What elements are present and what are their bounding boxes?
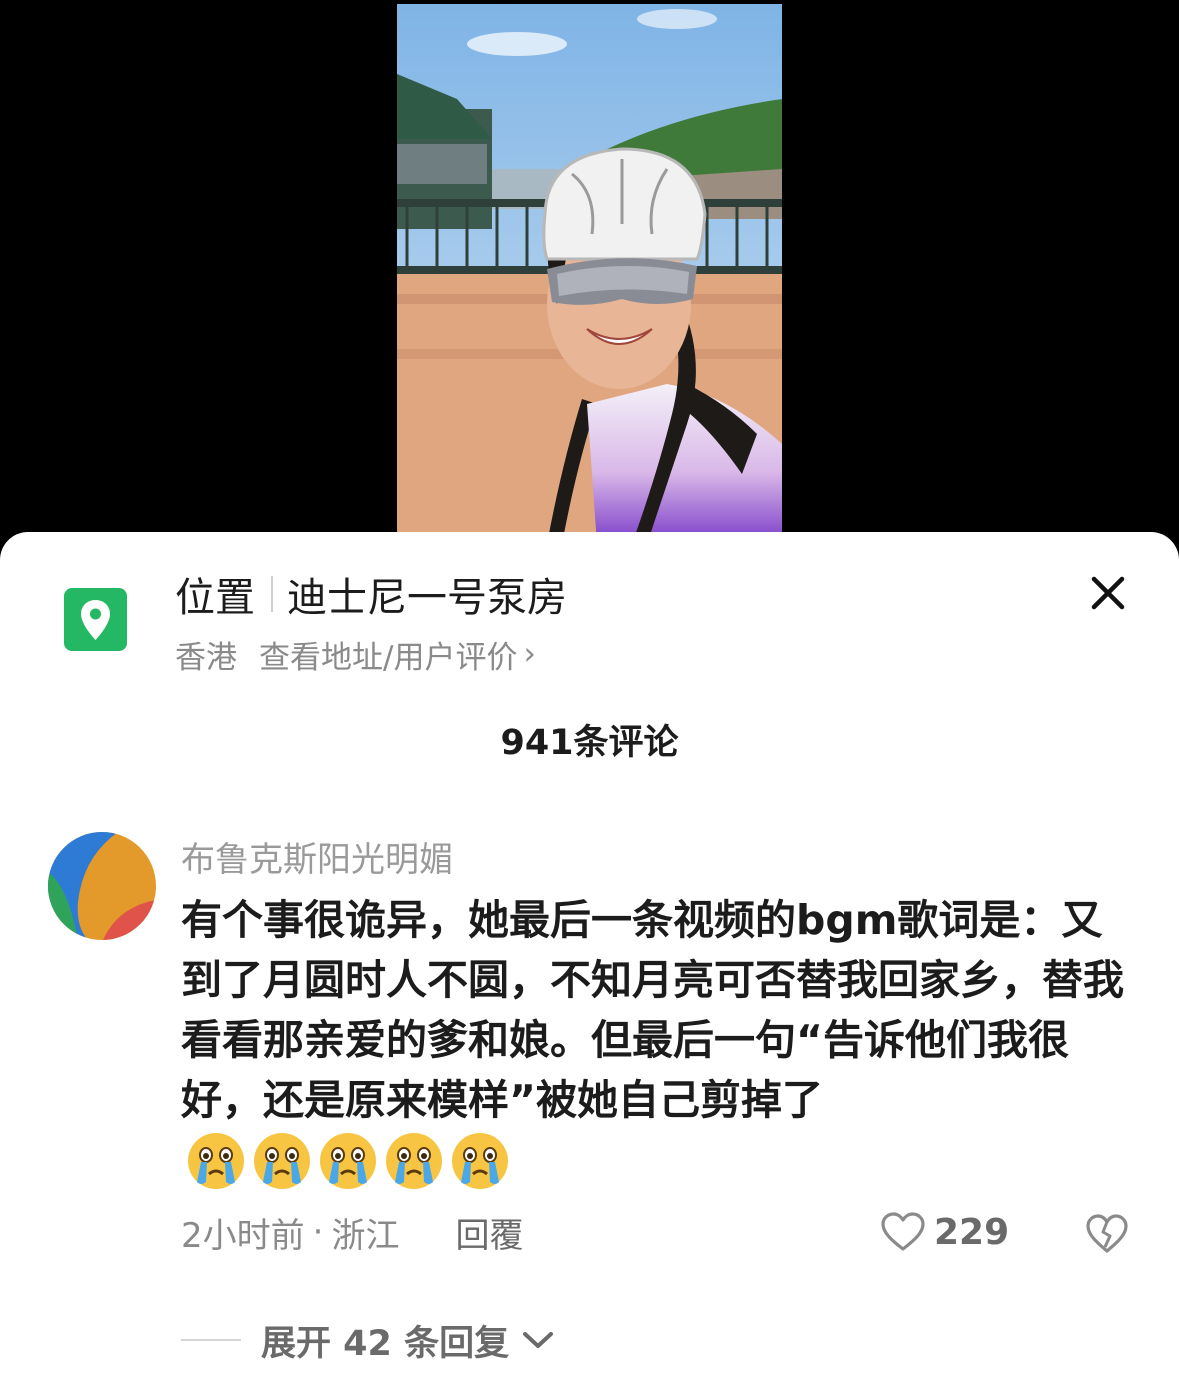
comment-sheet: 位置 迪士尼一号泵房 香港 查看地址/用户评价 › 941条评论 布鲁克斯阳光明… [0,532,1179,1386]
chevron-down-icon [523,1332,554,1348]
location-divider [271,576,273,612]
video-player[interactable] [0,0,1179,560]
reply-button[interactable]: 回覆 [455,1208,523,1257]
comment-body: 有个事很诡异，她最后一条视频的bgm歌词是：又到了月圆时人不圆，不知月亮可否替我… [181,890,1141,1194]
emoji-group [185,1130,511,1192]
chevron-right-icon: › [523,636,536,672]
avatar[interactable] [48,832,156,940]
broken-heart-icon [1086,1214,1128,1253]
crying-emoji-icon [188,1133,244,1189]
location-details-link[interactable]: 香港 查看地址/用户评价 › [175,632,536,676]
location-label: 位置 [175,575,255,621]
video-scene-image [397,4,782,544]
meta-separator: · [312,1212,324,1252]
location-pin-icon[interactable] [64,588,127,651]
heart-icon [881,1212,925,1251]
comment-location: 浙江 [331,1215,400,1256]
expand-replies-label: 展开 42 条回复 [261,1323,510,1364]
comment-meta: 2小时前 · 浙江 回覆 [181,1208,523,1257]
crying-emoji-icon [386,1133,442,1189]
like-count: 229 [934,1211,1010,1253]
like-button[interactable]: 229 [880,1208,1009,1256]
comment-count-title: 941条评论 [500,723,679,763]
comment-username[interactable]: 布鲁克斯阳光明媚 [181,832,453,881]
location-link-text: 查看地址/用户评价 [259,639,518,676]
close-button[interactable] [1086,571,1130,615]
comment-time: 2小时前 [181,1215,305,1256]
video-thumbnail[interactable] [397,4,782,544]
expand-divider-line [181,1339,241,1341]
location-name: 迪士尼一号泵房 [287,575,567,621]
location-title[interactable]: 位置 迪士尼一号泵房 [175,568,567,621]
crying-emoji-icon [254,1133,310,1189]
expand-replies-button[interactable]: 展开 42 条回复 [181,1316,555,1364]
dislike-button[interactable] [1085,1213,1129,1255]
location-region: 香港 [175,639,237,676]
crying-emoji-icon [320,1133,376,1189]
close-icon [1091,576,1125,610]
crying-emoji-icon [452,1133,508,1189]
comment-text: 有个事很诡异，她最后一条视频的bgm歌词是：又到了月圆时人不圆，不知月亮可否替我… [181,896,1124,1124]
